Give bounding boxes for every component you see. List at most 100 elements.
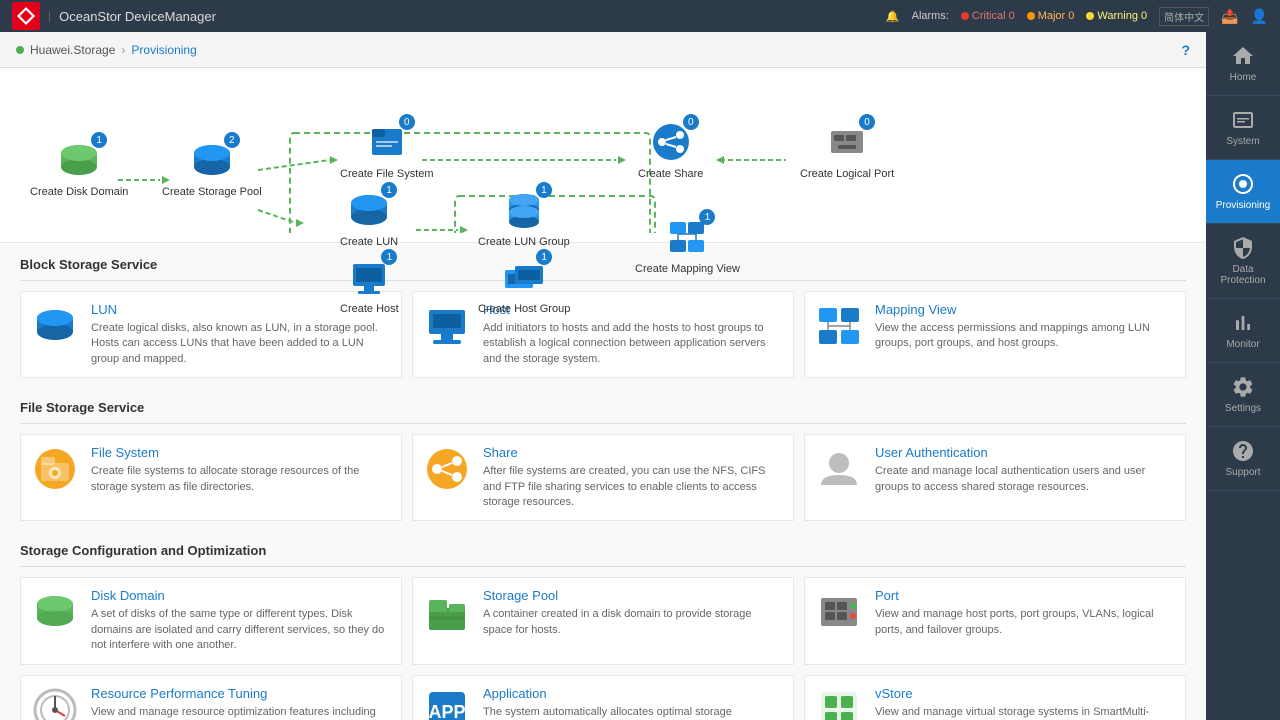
disk-domain-label: Create Disk Domain <box>30 186 128 198</box>
host-group-label: Create Host Group <box>478 303 570 315</box>
service-item-resource-perf[interactable]: Resource Performance Tuning View and man… <box>20 675 402 720</box>
share-badge: 0 <box>683 114 699 130</box>
flow-node-create-mapping-view[interactable]: 1 Create Mapping View <box>635 213 740 275</box>
lun-service-icon <box>31 302 79 350</box>
filesystem-service-icon <box>31 445 79 493</box>
flow-node-create-storage-pool[interactable]: 2 Create Storage Pool <box>162 136 262 198</box>
logical-port-icon: 0 <box>823 118 871 166</box>
critical-alarm[interactable]: Critical 0 <box>961 10 1015 22</box>
topbar-separator: | <box>48 9 51 23</box>
monitor-label: Monitor <box>1226 339 1259 350</box>
host-icon: 1 <box>345 253 393 301</box>
share-service-icon <box>423 445 471 493</box>
content-area: Huawei.Storage › Provisioning ? <box>0 32 1206 720</box>
share-service-title: Share <box>483 445 783 460</box>
service-item-user-auth[interactable]: User Authentication Create and manage lo… <box>804 434 1186 521</box>
user-icon[interactable]: 👤 <box>1251 8 1268 25</box>
sidebar-item-provisioning[interactable]: Provisioning <box>1206 160 1280 224</box>
lun-badge: 1 <box>381 182 397 198</box>
status-dot <box>16 46 24 54</box>
storage-pool-label: Create Storage Pool <box>162 186 262 198</box>
major-alarm[interactable]: Major 0 <box>1027 10 1075 22</box>
share-service-text: Share After file systems are created, yo… <box>483 445 783 510</box>
service-item-disk-domain[interactable]: Disk Domain A set of disks of the same t… <box>20 577 402 664</box>
service-item-host[interactable]: Host Add initiators to hosts and add the… <box>412 291 794 378</box>
bell-icon[interactable]: 🔔 <box>886 10 900 23</box>
flow-node-create-host[interactable]: 1 Create Host <box>340 253 399 315</box>
block-storage-grid: LUN Create logical disks, also known as … <box>20 291 1186 378</box>
port-service-icon <box>815 588 863 636</box>
service-item-application[interactable]: APP Application The system automatically… <box>412 675 794 720</box>
sidebar-item-system[interactable]: System <box>1206 96 1280 160</box>
service-item-port[interactable]: Port View and manage host ports, port gr… <box>804 577 1186 664</box>
user-auth-service-desc: Create and manage local authentication u… <box>875 464 1175 495</box>
main-scroll[interactable]: Block Storage Service LUN Create <box>0 243 1206 720</box>
file-system-icon: 0 <box>363 118 411 166</box>
support-label: Support <box>1225 467 1260 478</box>
sidebar-item-monitor[interactable]: Monitor <box>1206 299 1280 363</box>
filesystem-service-title: File System <box>91 445 391 460</box>
sidebar-item-support[interactable]: Support <box>1206 427 1280 491</box>
topbar-right: 🔔 Alarms: Critical 0 Major 0 Warning 0 简… <box>886 7 1268 26</box>
host-service-icon <box>423 302 471 350</box>
lun-group-icon: 1 <box>500 186 548 234</box>
support-icon <box>1231 439 1255 463</box>
warning-dot <box>1086 12 1094 20</box>
help-icon[interactable]: ? <box>1181 42 1190 58</box>
port-service-title: Port <box>875 588 1175 603</box>
port-service-text: Port View and manage host ports, port gr… <box>875 588 1175 638</box>
flow-node-create-disk-domain[interactable]: 1 Create Disk Domain <box>30 136 128 198</box>
service-item-share[interactable]: Share After file systems are created, yo… <box>412 434 794 521</box>
warning-alarm[interactable]: Warning 0 <box>1086 10 1147 22</box>
share-service-desc: After file systems are created, you can … <box>483 464 783 510</box>
storage-pool-service-title: Storage Pool <box>483 588 783 603</box>
critical-label: Critical 0 <box>972 10 1015 22</box>
lun-group-badge: 1 <box>536 182 552 198</box>
mapping-view-label: Create Mapping View <box>635 263 740 275</box>
storage-config-header: Storage Configuration and Optimization <box>20 529 1186 567</box>
file-storage-header: File Storage Service <box>20 386 1186 424</box>
storage-pool-service-desc: A container created in a disk domain to … <box>483 607 783 638</box>
sidebar-item-home[interactable]: Home <box>1206 32 1280 96</box>
service-item-vstore[interactable]: vStore View and manage virtual storage s… <box>804 675 1186 720</box>
vstore-service-desc: View and manage virtual storage systems … <box>875 705 1175 720</box>
breadcrumb-sep: › <box>121 43 125 57</box>
service-item-mapping[interactable]: Mapping View View the access permissions… <box>804 291 1186 378</box>
disk-domain-service-text: Disk Domain A set of disks of the same t… <box>91 588 391 653</box>
settings-icon <box>1231 375 1255 399</box>
flow-node-create-file-system[interactable]: 0 Create File System <box>340 118 434 180</box>
lun-icon: 1 <box>345 186 393 234</box>
host-group-badge: 1 <box>536 249 552 265</box>
block-storage-header: Block Storage Service <box>20 243 1186 281</box>
flow-node-create-host-group[interactable]: 1 Create Host Group <box>478 253 570 315</box>
breadcrumb-root[interactable]: Huawei.Storage <box>30 43 115 57</box>
flow-node-create-lun-group[interactable]: 1 Create LUN Group <box>478 186 570 248</box>
resource-perf-service-desc: View and manage resource optimization fe… <box>91 705 391 720</box>
sidebar: Home System Provisioning <box>1206 32 1280 720</box>
flow-node-create-lun[interactable]: 1 Create LUN <box>340 186 398 248</box>
storage-config-grid: Disk Domain A set of disks of the same t… <box>20 577 1186 720</box>
flow-node-create-share[interactable]: 0 Create Share <box>638 118 703 180</box>
sidebar-item-data-protection[interactable]: Data Protection <box>1206 224 1280 299</box>
export-icon[interactable]: 📤 <box>1221 8 1238 25</box>
home-icon <box>1231 44 1255 68</box>
filesystem-service-text: File System Create file systems to alloc… <box>91 445 391 495</box>
share-label: Create Share <box>638 168 703 180</box>
data-protection-label: Data Protection <box>1210 264 1276 286</box>
user-auth-service-title: User Authentication <box>875 445 1175 460</box>
service-item-filesystem[interactable]: File System Create file systems to alloc… <box>20 434 402 521</box>
resource-perf-service-text: Resource Performance Tuning View and man… <box>91 686 391 720</box>
topbar: | OceanStor DeviceManager 🔔 Alarms: Crit… <box>0 0 1280 32</box>
resource-perf-service-icon <box>31 686 79 720</box>
service-item-storage-pool[interactable]: Storage Pool A container created in a di… <box>412 577 794 664</box>
logical-port-badge: 0 <box>859 114 875 130</box>
breadcrumb: Huawei.Storage › Provisioning ? <box>0 32 1206 68</box>
flow-node-create-logical-port[interactable]: 0 Create Logical Port <box>800 118 894 180</box>
alarms-label: Alarms: <box>912 10 949 22</box>
host-badge: 1 <box>381 249 397 265</box>
lang-selector[interactable]: 简体中文 <box>1159 7 1209 26</box>
user-auth-service-text: User Authentication Create and manage lo… <box>875 445 1175 495</box>
mapping-badge: 1 <box>699 209 715 225</box>
sidebar-item-settings[interactable]: Settings <box>1206 363 1280 427</box>
lun-label: Create LUN <box>340 236 398 248</box>
